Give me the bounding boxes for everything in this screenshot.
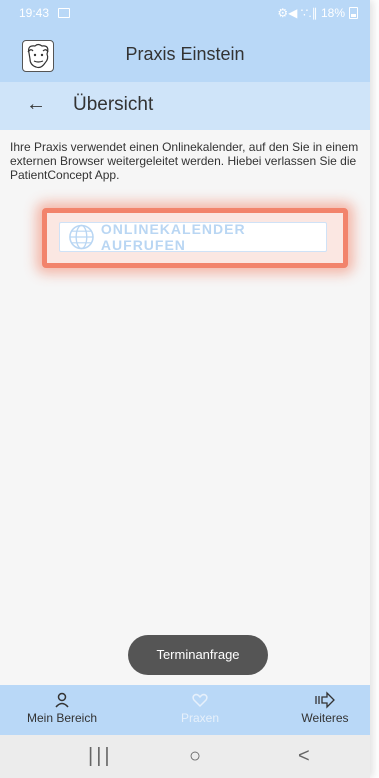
image-notification-icon [58,8,70,18]
app-header: Praxis Einstein [0,26,370,82]
nav-item-praxen[interactable]: Praxen [170,691,230,725]
sub-header: ← Übersicht [0,82,370,130]
status-right-text: ⚙◀ ∵.∥ 18% [277,6,345,20]
open-online-calendar-button[interactable]: ONLINEKALENDER AUFRUFEN [59,221,327,253]
status-icons: ⚙◀ ∵.∥ 18% [277,6,358,20]
arrow-right-icon [315,691,335,709]
person-icon [55,692,69,708]
highlight-frame: ONLINEKALENDER AUFRUFEN [42,208,348,268]
nav-item-weiteres[interactable]: Weiteres [290,691,360,725]
phone-screen: 19:43 ⚙◀ ∵.∥ 18% Praxis Einstein ← Übers… [0,0,370,778]
heart-icon [192,693,208,708]
appointment-request-button[interactable]: Terminanfrage [128,635,268,675]
app-title: Praxis Einstein [125,44,245,64]
home-button[interactable]: ○ [189,745,201,768]
globe-icon [69,224,94,250]
bottom-navigation: Mein Bereich Praxen Weiteres [0,685,370,735]
main-content: Ihre Praxis verwendet einen Onlinekalend… [0,130,370,685]
status-bar: 19:43 ⚙◀ ∵.∥ 18% [0,0,370,26]
system-back-button[interactable]: < [298,745,310,768]
battery-icon [349,7,358,19]
nav-item-label: Weiteres [301,711,349,725]
nav-item-mein-bereich[interactable]: Mein Bereich [22,691,102,725]
open-online-calendar-label: ONLINEKALENDER AUFRUFEN [100,221,246,253]
info-text: Ihre Praxis verwendet einen Onlinekalend… [10,140,359,182]
recents-button[interactable]: ||| [88,745,113,768]
android-navigation-bar: ||| ○ < [0,735,370,778]
page-title: Übersicht [73,94,154,115]
back-arrow-icon[interactable]: ← [26,93,46,116]
nav-item-label: Praxen [180,711,220,725]
status-time: 19:43 [19,6,50,20]
nav-item-label: Mein Bereich [26,711,98,725]
